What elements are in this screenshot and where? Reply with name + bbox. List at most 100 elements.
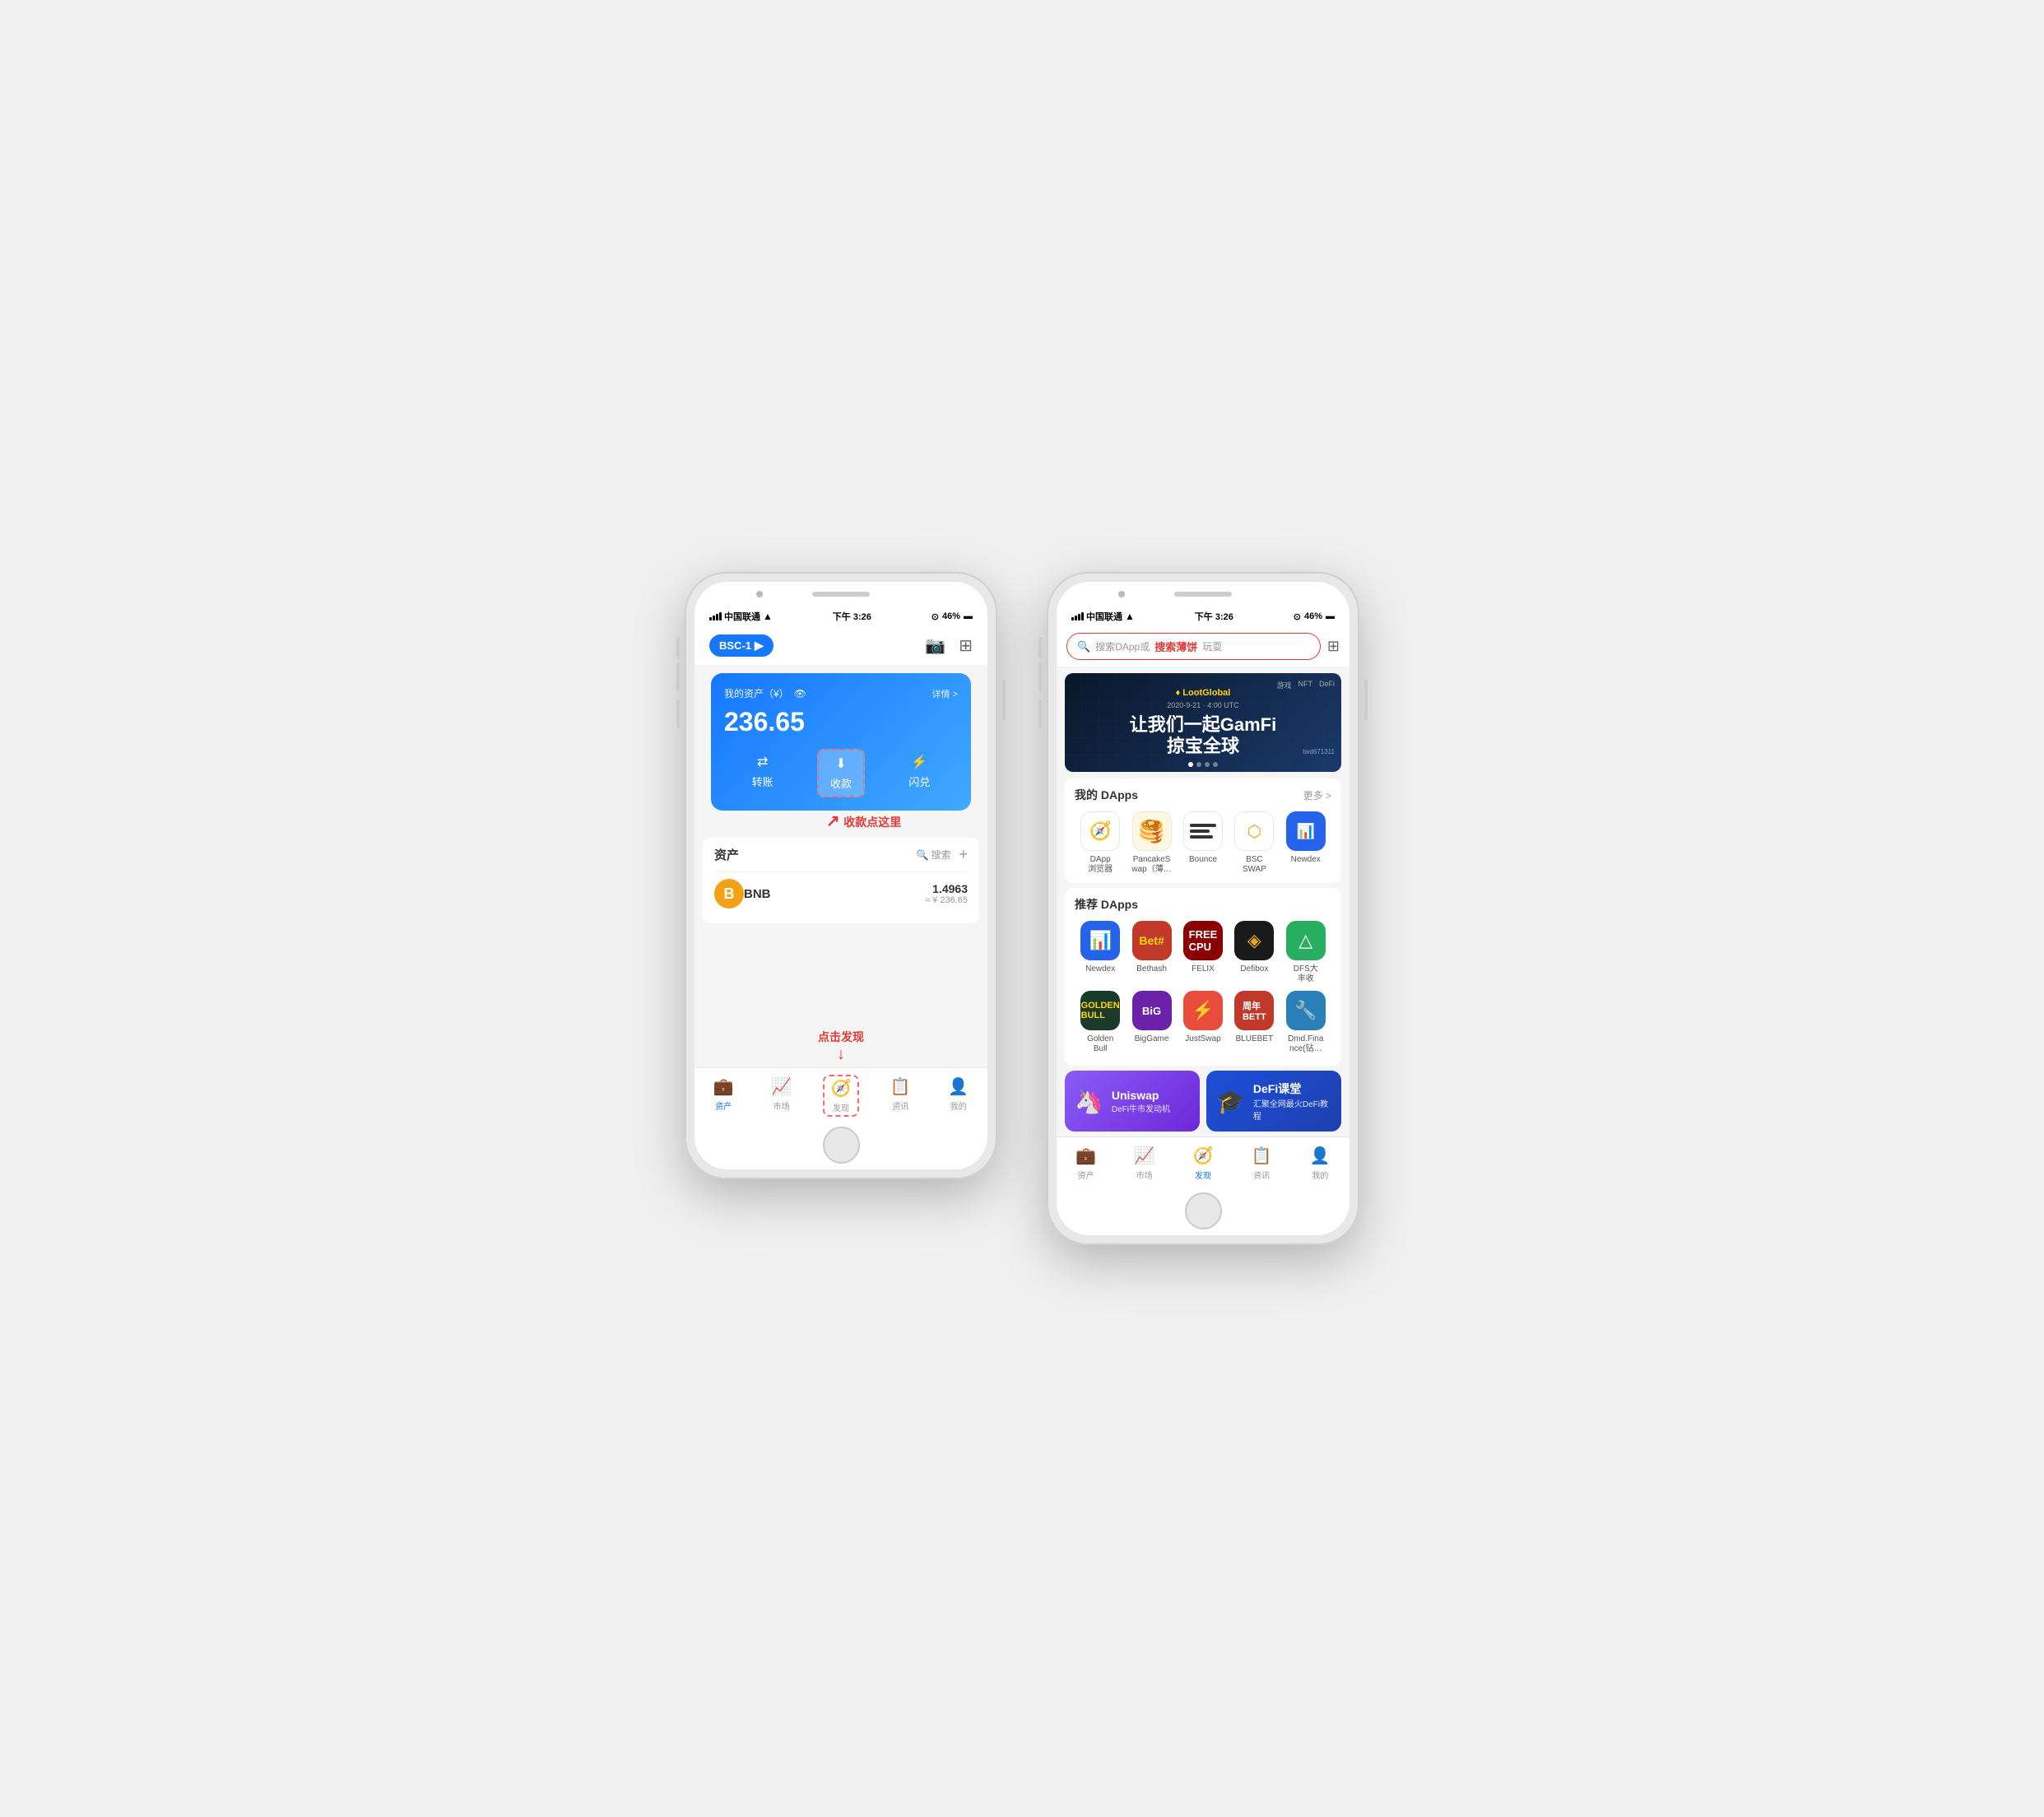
rec-goldenbull[interactable]: GOLDENBULL GoldenBull (1075, 991, 1125, 1054)
nav-news-right[interactable]: 📋 资讯 (1245, 1144, 1279, 1183)
rec-defibox[interactable]: ◈ Defibox (1229, 921, 1279, 984)
right-phone-wrapper: 中国联通 ▲ 下午 3:26 ⊙ 46% ▬ 🔍 (1047, 572, 1359, 1245)
nav-discover-left[interactable]: 🧭 发现 (823, 1075, 860, 1117)
rec-justswap-label: JustSwap (1185, 1034, 1220, 1044)
nav-discover-icon-left: 🧭 (831, 1078, 852, 1099)
bscswap-icon: ⬡ (1234, 811, 1274, 851)
annotation-receive: ↗ 收款点这里 (826, 811, 987, 831)
rec-bethash[interactable]: Bet# Bethash (1127, 921, 1177, 984)
page-container: 中国联通 ▲ 下午 3:26 ⊙ 46% ▬ BSC-1 (685, 572, 1359, 1245)
bnb-name: BNB (744, 887, 925, 901)
silent-switch-right (1038, 638, 1042, 658)
rec-newdex[interactable]: 📊 Newdex (1075, 921, 1125, 984)
my-dapps-more[interactable]: 更多 > (1303, 788, 1331, 802)
network-arrow: ▶ (755, 639, 764, 653)
banner-tag: twd671311 (1303, 748, 1335, 755)
search-input[interactable]: 🔍 搜索DApp或 搜索薄饼 玩耍 (1066, 633, 1321, 660)
nav-news-label-left: 资讯 (892, 1099, 908, 1112)
nav-profile-icon-right: 👤 (1310, 1146, 1331, 1166)
exchange-label: 闪兑 (908, 774, 930, 789)
nav-discover-icon-right: 🧭 (1193, 1146, 1214, 1166)
scan-icon[interactable]: ⊞ (959, 635, 973, 656)
rec-dfs[interactable]: △ DFS大丰收 (1281, 921, 1331, 984)
promo-uniswap[interactable]: 🦄 Uniswap DeFi牛市发动机 (1065, 1071, 1200, 1132)
right-phone-inner: 中国联通 ▲ 下午 3:26 ⊙ 46% ▬ 🔍 (1057, 582, 1350, 1235)
asset-actions: ⇄ 转账 ⬇ 收款 ⚡ (724, 749, 958, 797)
search-btn[interactable]: 🔍 搜索 (917, 848, 951, 862)
add-token-btn[interactable]: + (959, 846, 968, 863)
dapp-browser[interactable]: 🧭 DApp浏览器 (1075, 811, 1125, 875)
banner-dot-2 (1196, 762, 1201, 767)
my-dapps-section: 我的 DApps 更多 > 🧭 DApp浏览器 🥞 (1065, 778, 1341, 883)
nav-discover-right[interactable]: 🧭 发现 (1187, 1144, 1220, 1183)
status-left: 中国联通 ▲ (709, 610, 773, 623)
header-icons: 📷 ⊞ (925, 635, 973, 656)
newdex-icon: 📊 (1286, 811, 1326, 851)
vol-down-btn (676, 699, 680, 728)
vol-down-right (1038, 699, 1042, 728)
qr-scan-icon[interactable]: ⊞ (1327, 638, 1340, 655)
rec-bluebet[interactable]: 周年BETT BLUEBET (1229, 991, 1279, 1054)
power-btn-right (1364, 679, 1368, 720)
rec-justswap[interactable]: ⚡ JustSwap (1178, 991, 1228, 1054)
rec-dapps-header: 推荐 DApps (1075, 896, 1331, 913)
nav-market-right[interactable]: 📈 市场 (1127, 1144, 1161, 1183)
rec-newdex-label: Newdex (1085, 964, 1115, 974)
exchange-icon: ⚡ (911, 754, 927, 770)
annotation-receive-arrow: ↗ (826, 812, 840, 830)
nav-assets-icon-right: 💼 (1075, 1146, 1096, 1166)
receive-icon: ⬇ (835, 755, 846, 772)
rec-dmdfinance[interactable]: 🔧 Dmd.Finance(钻… (1281, 991, 1331, 1054)
rec-defibox-icon: ◈ (1234, 921, 1274, 960)
banner-dot-1 (1188, 762, 1193, 767)
annotation-discover-text: 点击发现 (694, 1029, 987, 1045)
detail-link[interactable]: 详情 > (932, 687, 958, 700)
asset-amount: 236.65 (724, 707, 958, 737)
nav-profile-label-right: 我的 (1312, 1169, 1328, 1181)
nav-assets-icon-left: 💼 (713, 1076, 734, 1097)
dapp-newdex[interactable]: 📊 Newdex (1281, 811, 1331, 875)
transfer-action[interactable]: ⇄ 转账 (741, 749, 785, 797)
dapp-browser-label: DApp浏览器 (1088, 855, 1113, 875)
cat-defi: DeFi (1319, 680, 1335, 690)
nav-news-label-right: 资讯 (1253, 1169, 1270, 1181)
promo-defi[interactable]: 🎓 DeFi课堂 汇聚全网最火DeFi教程 (1206, 1071, 1341, 1132)
rec-dmdfinance-label: Dmd.Finance(钻… (1288, 1034, 1323, 1054)
assets-section: 资产 🔍 搜索 + B BNB (703, 838, 979, 923)
nav-assets-right[interactable]: 💼 资产 (1069, 1144, 1103, 1183)
dapp-bounce[interactable]: Bounce (1178, 811, 1228, 875)
banner-categories: 游戏 NFT DeFi (1276, 680, 1335, 690)
pancake-icon: 🥞 (1132, 811, 1172, 851)
bottom-nav-right: 💼 资产 📈 市场 🧭 发现 📋 资讯 (1057, 1136, 1350, 1186)
uniswap-title: Uniswap (1112, 1089, 1170, 1102)
network-badge[interactable]: BSC-1 ▶ (709, 634, 773, 657)
bnb-asset-row: B BNB 1.4963 ≈ ¥ 236.65 (714, 871, 968, 915)
front-camera-right (1118, 591, 1125, 597)
rec-dapps-section: 推荐 DApps 📊 Newdex Bet# Bethash (1065, 888, 1341, 1066)
nav-market-label-left: 市场 (773, 1099, 790, 1112)
annotation-receive-text: 收款点这里 (843, 816, 901, 829)
nav-news-icon-left: 📋 (890, 1076, 911, 1097)
dapp-bscswap[interactable]: ⬡ BSCSWAP (1229, 811, 1279, 875)
rec-biggame-label: BigGame (1135, 1034, 1169, 1044)
dapp-pancake[interactable]: 🥞 PancakeSwap（薄… (1127, 811, 1177, 875)
rec-row-2: GOLDENBULL GoldenBull BiG BigGame ⚡ Just… (1075, 991, 1331, 1054)
home-button-right[interactable] (1185, 1192, 1222, 1229)
assets-tools: 🔍 搜索 + (917, 846, 968, 863)
nav-profile-right[interactable]: 👤 我的 (1303, 1144, 1337, 1183)
wallet-screen: BSC-1 ▶ 📷 ⊞ 我的资产（¥） (694, 626, 987, 1120)
camera-icon[interactable]: 📷 (925, 635, 945, 656)
search-icon-small: 🔍 (917, 849, 929, 861)
bottom-nav-left: 💼 资产 📈 市场 🧭 发现 📋 资讯 (694, 1067, 987, 1120)
home-button-left[interactable] (823, 1127, 860, 1164)
receive-action[interactable]: ⬇ 收款 (817, 749, 865, 797)
rec-felix[interactable]: FREECPU FELIX (1178, 921, 1228, 984)
exchange-action[interactable]: ⚡ 闪兑 (897, 749, 941, 797)
nav-assets-left[interactable]: 💼 资产 (707, 1075, 741, 1117)
nav-profile-left[interactable]: 👤 我的 (941, 1075, 975, 1117)
rec-goldenbull-label: GoldenBull (1087, 1034, 1113, 1054)
nav-market-left[interactable]: 📈 市场 (764, 1075, 798, 1117)
nav-news-left[interactable]: 📋 资讯 (884, 1075, 917, 1117)
rec-biggame[interactable]: BiG BigGame (1127, 991, 1177, 1054)
search-icon-right: 🔍 (1077, 640, 1090, 653)
